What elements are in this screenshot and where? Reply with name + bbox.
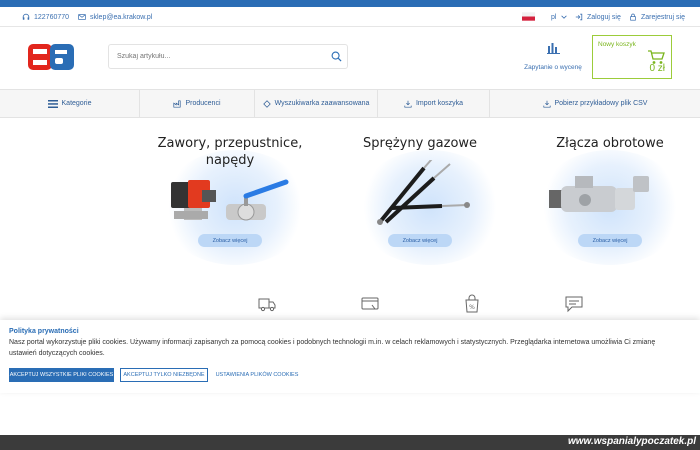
register-label: Zarejestruj się (641, 13, 685, 21)
nav-item-advanced-search[interactable]: Wyszukiwarka zaawansowana (255, 90, 378, 117)
nav-label: Kategorie (61, 100, 92, 107)
delivery-truck-icon (258, 298, 276, 312)
discount-bag-icon: % (465, 294, 479, 313)
accept-all-cookies-button[interactable]: AKCEPTUJ WSZYSTKIE PLIKI COOKIES (9, 368, 114, 382)
lock-icon (630, 13, 636, 21)
language-selector[interactable]: pl (551, 13, 568, 21)
cookie-settings-button[interactable]: USTAWIENIA PLIKÓW COOKIES (214, 368, 300, 382)
phone-number: 122760770 (34, 13, 70, 21)
cart-value: 0 zł (649, 63, 665, 74)
search-box (108, 44, 348, 69)
category-title-line: Sprężyny gazowe (362, 136, 478, 151)
cart-title: Nowy koszyk (598, 41, 636, 48)
cookie-text: Nasz portal wykorzystuje pliki cookies. … (9, 339, 656, 357)
see-more-button-gas-springs[interactable]: Zobacz więcej (388, 234, 452, 247)
see-more-button-rotary-joints[interactable]: Zobacz więcej (578, 234, 642, 247)
nav-item-download-csv[interactable]: Pobierz przykładowy plik CSV (490, 90, 700, 117)
quote-request-link[interactable]: Zapytanie o wycenę (523, 42, 583, 71)
diamond-icon (262, 99, 271, 108)
headset-icon (22, 13, 30, 20)
register-link[interactable]: Zarejestruj się (629, 13, 685, 21)
rotary-joints-product-image[interactable] (545, 170, 655, 220)
search-input[interactable] (109, 45, 325, 68)
download-icon (404, 100, 412, 108)
category-title-valves[interactable]: Zawory, przepustnice, napędy (150, 135, 310, 169)
main-nav: Kategorie Producenci Wyszukiwarka zaawan… (0, 89, 700, 118)
category-title-gas-springs[interactable]: Sprężyny gazowe (345, 135, 495, 152)
search-button[interactable] (325, 46, 347, 68)
login-link[interactable]: Zaloguj się (575, 13, 621, 21)
search-icon (331, 51, 342, 62)
hamburger-icon (47, 99, 58, 108)
envelope-icon (78, 14, 86, 20)
nav-item-import-cart[interactable]: Import koszyka (378, 90, 490, 117)
login-arrow-icon (575, 13, 583, 21)
email-link[interactable]: sklep@ea.krakow.pl (78, 13, 152, 21)
category-title-line: napędy (205, 153, 255, 168)
see-more-button-valves[interactable]: Zobacz więcej (198, 234, 262, 247)
factory-icon (173, 99, 182, 108)
accept-necessary-cookies-button[interactable]: AKCEPTUJ TYLKO NIEZBĘDNE (120, 368, 208, 382)
see-more-label: Zobacz więcej (402, 237, 438, 244)
cookie-banner: Polityka prywatności Nasz portal wykorzy… (0, 320, 700, 393)
nav-label: Pobierz przykładowy plik CSV (554, 100, 648, 107)
bar-chart-icon (546, 43, 560, 54)
email-address: sklep@ea.krakow.pl (90, 13, 153, 21)
top-bar: 122760770 sklep@ea.krakow.pl pl Zaloguj … (0, 7, 700, 27)
chat-bubble-icon (565, 296, 583, 313)
nav-item-categories[interactable]: Kategorie (0, 90, 140, 117)
category-title-line: Zawory, przepustnice, (157, 136, 303, 151)
nav-label: Producenci (185, 100, 221, 107)
quote-label: Zapytanie o wycenę (524, 64, 582, 71)
cookie-title: Polityka prywatności (9, 328, 79, 335)
ea-logo[interactable] (28, 44, 74, 70)
flag-poland[interactable] (522, 12, 535, 21)
nav-item-producers[interactable]: Producenci (140, 90, 255, 117)
cart-box[interactable]: Nowy koszyk 0 zł (592, 35, 672, 79)
valves-product-image[interactable] (166, 176, 291, 226)
category-title-line: Złącza obrotowe (556, 136, 664, 151)
language-label: pl (551, 13, 557, 21)
bottom-bar: www.wspanialypoczatek.pl (0, 435, 700, 450)
see-more-label: Zobacz więcej (592, 237, 628, 244)
chevron-down-icon (561, 15, 568, 19)
nav-label: Import koszyka (415, 100, 464, 107)
see-more-label: Zobacz więcej (212, 237, 248, 244)
category-title-rotary-joints[interactable]: Złącza obrotowe (530, 135, 690, 152)
download-icon (542, 100, 551, 108)
top-accent-stripe (0, 0, 700, 7)
nav-label: Wyszukiwarka zaawansowana (274, 100, 370, 107)
gas-springs-product-image[interactable] (372, 160, 472, 230)
phone-link[interactable]: 122760770 (22, 13, 69, 21)
watermark-text: www.wspanialypoczatek.pl (568, 436, 696, 447)
login-label: Zaloguj się (587, 13, 621, 21)
svg-text:%: % (469, 304, 475, 311)
poland-flag-icon (522, 12, 535, 21)
payment-card-icon (361, 297, 379, 310)
